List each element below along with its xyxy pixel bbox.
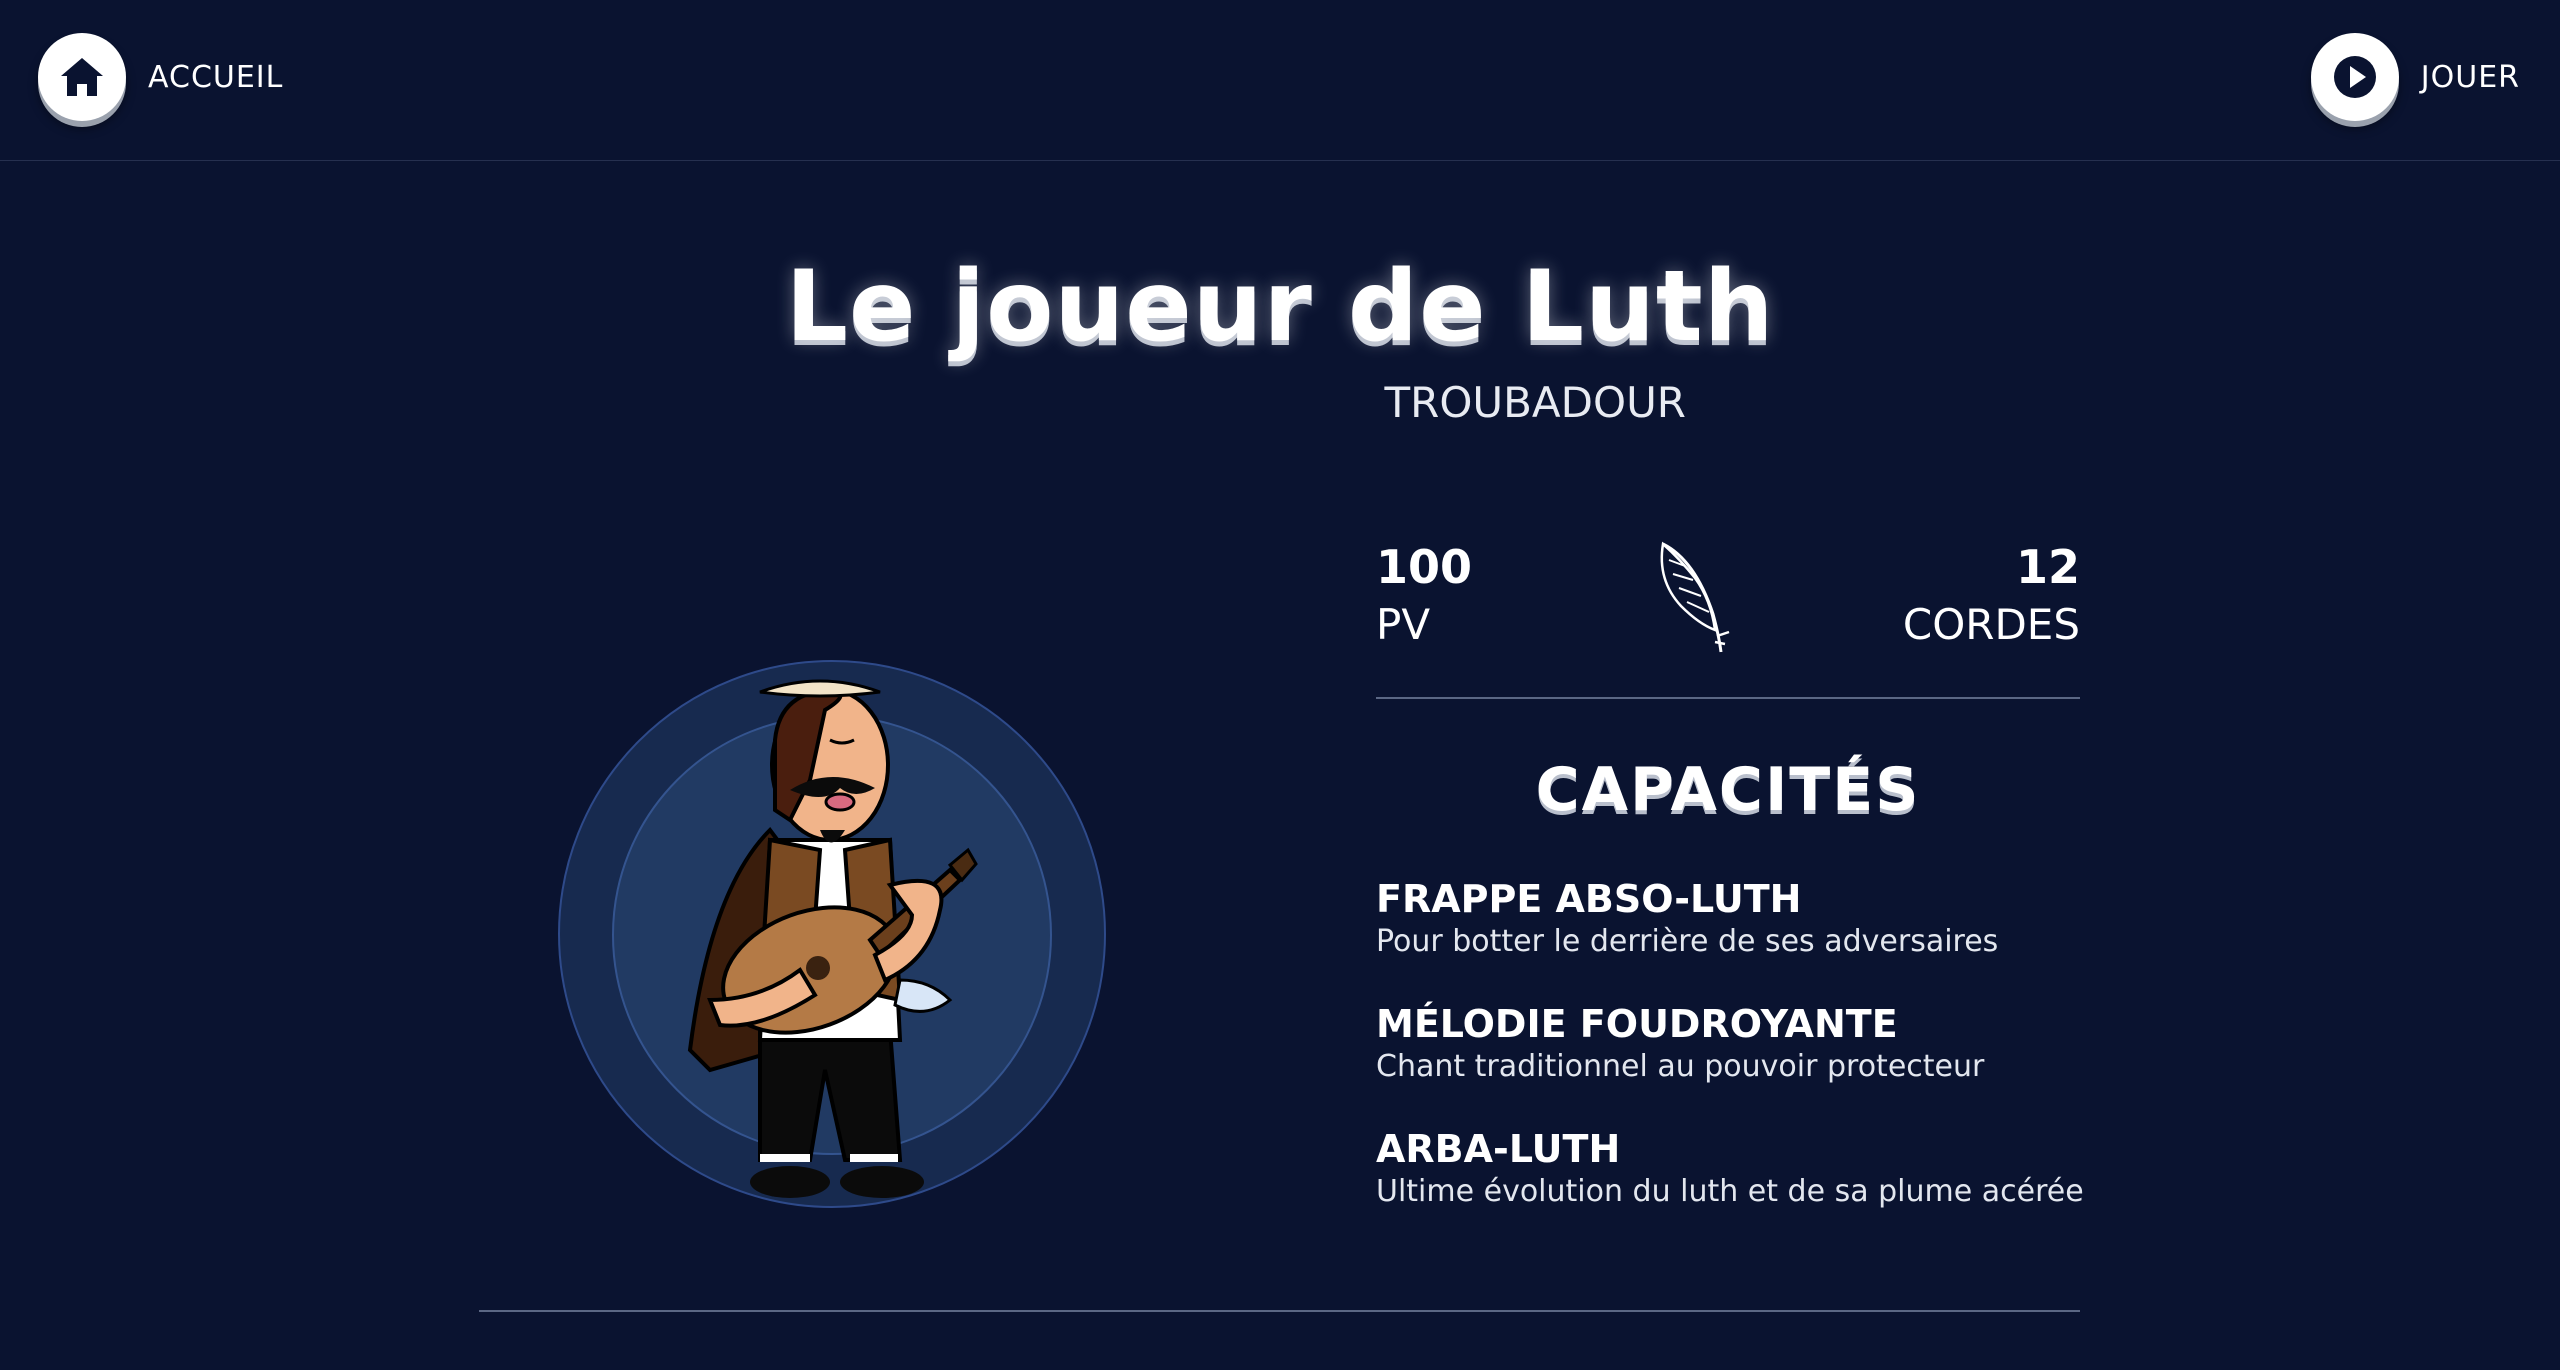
ability-description: Ultime évolution du luth et de sa plume …: [1376, 1174, 2084, 1209]
character-class: TROUBADOUR: [1384, 378, 1686, 427]
ability-name: ARBA-LUTH: [1376, 1127, 1621, 1171]
stats-divider: [1376, 697, 2080, 699]
home-button[interactable]: ACCUEIL: [38, 33, 283, 121]
home-label[interactable]: ACCUEIL: [148, 60, 283, 95]
lute-player-illustration: [687, 679, 978, 1198]
hp-label: PV: [1376, 600, 1431, 649]
strings-value: 12: [2015, 540, 2080, 594]
bottom-divider: [479, 1310, 2080, 1312]
home-icon[interactable]: [38, 33, 126, 121]
ability-item: ARBA-LUTH Ultime évolution du luth et de…: [1376, 1126, 2176, 1212]
ability-name: FRAPPE ABSO-LUTH: [1376, 877, 1802, 921]
feather-icon: [1660, 541, 1730, 653]
strings-label: CORDES: [1902, 600, 2080, 649]
play-icon[interactable]: [2310, 33, 2399, 121]
ability-name: MÉLODIE FOUDROYANTE: [1376, 1002, 1898, 1046]
ability-description: Chant traditionnel au pouvoir protecteur: [1376, 1049, 1985, 1084]
ability-item: FRAPPE ABSO-LUTH Pour botter le derrière…: [1376, 876, 2176, 962]
ability-item: MÉLODIE FOUDROYANTE Chant traditionnel a…: [1376, 1001, 2176, 1087]
play-label[interactable]: JOUER: [2421, 60, 2520, 95]
abilities-title: CAPACITÉS: [1535, 755, 1921, 825]
character-name: Le joueur de Luth: [785, 250, 1775, 364]
hp-value: 100: [1376, 540, 1473, 594]
ability-description: Pour botter le derrière de ses adversair…: [1376, 924, 1999, 959]
top-navigation-bar: ACCUEIL JOUER: [0, 0, 2560, 161]
play-button[interactable]: JOUER: [2310, 33, 2520, 121]
